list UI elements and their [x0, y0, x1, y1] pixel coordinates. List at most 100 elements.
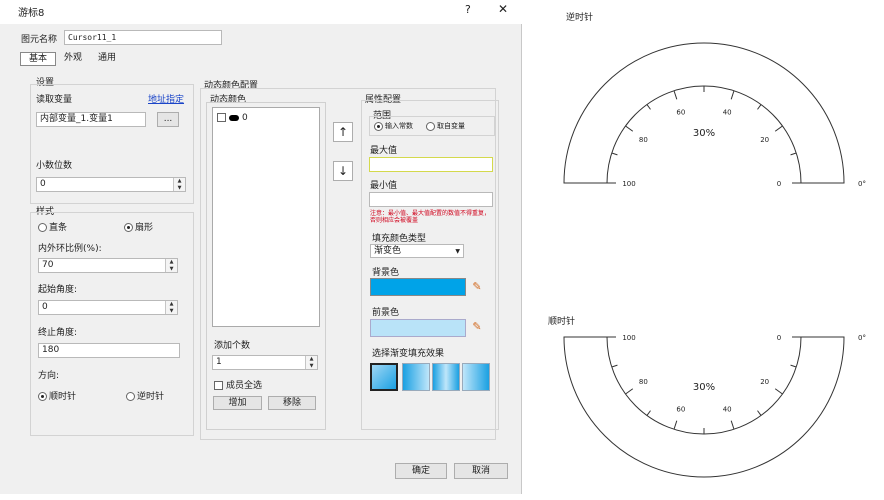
fill-type-value: 渐变色 [374, 246, 402, 256]
gradient-option-4[interactable] [462, 363, 490, 391]
gauge-tick-label: 100 [622, 180, 635, 188]
close-icon[interactable]: ✕ [498, 2, 508, 16]
max-value-label: 最大值 [370, 146, 398, 156]
gauge-tick [790, 364, 797, 368]
cw-gauge: 100 80 60 40 20 0 30% 0° [563, 334, 866, 478]
gauge-value-text: 30% [693, 382, 715, 393]
gauge-tick-label: 0 [777, 180, 781, 188]
gauge-tick-label: 20 [760, 136, 769, 144]
start-angle-label: 起始角度: [38, 285, 78, 295]
range-warning-text: 注意：最小值、最大值配置的数值不得重复，否则相应会被覆盖 [370, 210, 491, 224]
gradient-option-1[interactable] [370, 363, 398, 391]
decimal-places-label: 小数位数 [36, 161, 73, 171]
gauge-tick-label: 40 [723, 405, 732, 413]
gauge-tick [774, 125, 783, 132]
gauge-tick [790, 152, 797, 156]
add-button[interactable]: 增加 [213, 396, 262, 410]
gauge-zero-degree-label: 0° [858, 180, 866, 188]
style-fan-radio[interactable]: 扇形 [124, 220, 153, 233]
background-color-label: 背景色 [372, 268, 400, 278]
remove-button[interactable]: 移除 [268, 396, 316, 410]
direction-ccw-radio[interactable]: 逆时针 [126, 389, 164, 402]
tab-appearance[interactable]: 外观 [58, 52, 88, 66]
ccw-gauge: 100 80 60 40 20 0 30% 0° [563, 42, 866, 188]
eyedropper-icon[interactable]: ✎ [470, 280, 484, 294]
dynamic-color-list[interactable]: 0 [212, 107, 320, 327]
gradient-option-3[interactable] [432, 363, 460, 391]
start-angle-spin-buttons[interactable]: ▲ ▼ [165, 301, 177, 314]
address-link[interactable]: 地址指定 [148, 92, 184, 105]
dialog-titlebar: 游标8 ? ✕ [0, 0, 522, 24]
gauge-canvas: 100 80 60 40 20 0 30% 0° 100 80 60 40 20 0 30% 0° [563, 42, 866, 478]
move-up-button[interactable]: ↑ [333, 122, 353, 142]
tab-basic[interactable]: 基本 [20, 52, 56, 66]
add-count-spin-buttons[interactable]: ▲ ▼ [305, 356, 317, 369]
foreground-color-swatch[interactable] [370, 319, 466, 337]
ok-button[interactable]: 确定 [395, 463, 447, 479]
read-variable-label: 读取变量 [36, 95, 73, 105]
max-value-input[interactable] [369, 157, 493, 172]
ring-ratio-spin-buttons[interactable]: ▲ ▼ [165, 259, 177, 272]
range-variable-radio[interactable]: 取自变量 [426, 121, 465, 131]
gauge-tick [774, 388, 783, 395]
gauge-tick [625, 125, 634, 132]
ring-ratio-stepper[interactable]: 70 ▲ ▼ [38, 258, 178, 273]
ring-ratio-label: 内外环比例(%): [38, 244, 102, 254]
gauge-tick [757, 410, 762, 416]
background-color-swatch[interactable] [370, 278, 466, 296]
gauge-tick-label: 100 [622, 334, 635, 342]
gauge-tick-label: 0 [777, 334, 781, 342]
cancel-button[interactable]: 取消 [454, 463, 508, 479]
gauge-tick-label: 20 [760, 378, 769, 386]
min-value-input[interactable] [369, 192, 493, 207]
list-item[interactable]: 0 [217, 113, 248, 123]
gauge-tick [646, 410, 651, 416]
gauge-tick [646, 104, 651, 110]
add-count-value: 1 [216, 357, 222, 367]
ring-ratio-value: 70 [42, 260, 54, 270]
end-angle-input[interactable]: 180 [38, 343, 180, 358]
range-const-radio[interactable]: 输入常数 [374, 121, 413, 131]
gradient-option-2[interactable] [402, 363, 430, 391]
gauge-tick-label: 40 [723, 109, 732, 117]
gauge-ring [563, 336, 845, 478]
fill-type-select[interactable]: 渐变色 ▼ [370, 244, 464, 258]
decimal-places-value: 0 [40, 179, 46, 189]
start-angle-value: 0 [42, 302, 48, 312]
variable-input[interactable]: 内部变量_1.变量1 [36, 112, 146, 127]
tab-general[interactable]: 通用 [92, 52, 122, 66]
gauge-preview-area: 逆时针 顺时针 100 80 60 40 20 0 30% 0° 100 80 60 40 20 0 30… [526, 0, 884, 500]
move-down-button[interactable]: ↓ [333, 161, 353, 181]
gauge-tick-label: 60 [676, 405, 685, 413]
element-name-input[interactable]: Cursor11_1 [64, 30, 222, 45]
gauge-tick [730, 420, 735, 430]
cursor-settings-dialog: 游标8 ? ✕ 图元名称 Cursor11_1 基本 外观 通用 设置 读取变量… [0, 0, 522, 494]
add-count-stepper[interactable]: 1 ▲ ▼ [212, 355, 318, 370]
help-icon[interactable]: ? [465, 3, 471, 16]
gauge-tick [611, 364, 618, 368]
select-all-checkbox[interactable]: 成员全选 [214, 378, 262, 391]
browse-variable-button[interactable]: ... [157, 112, 179, 127]
chevron-down-icon: ▼ [455, 248, 460, 255]
end-angle-label: 终止角度: [38, 328, 78, 338]
fill-type-label: 填充颜色类型 [372, 234, 427, 244]
gauge-tick [673, 90, 678, 100]
dialog-title: 游标8 [18, 8, 45, 19]
gauge-tick-label: 60 [676, 109, 685, 117]
direction-label: 方向: [38, 371, 60, 381]
gauge-tick [730, 90, 735, 100]
gauge-ring [563, 42, 845, 184]
min-value-label: 最小值 [370, 181, 398, 191]
gauge-zero-degree-label: 0° [858, 334, 866, 342]
gauge-value-text: 30% [693, 128, 715, 139]
color-swatch-icon [229, 114, 239, 121]
eyedropper-icon[interactable]: ✎ [470, 320, 484, 334]
add-count-label: 添加个数 [214, 341, 251, 351]
gauge-tick [625, 388, 634, 395]
direction-cw-radio[interactable]: 顺时针 [38, 389, 76, 402]
decimal-spin-buttons[interactable]: ▲ ▼ [173, 178, 185, 191]
decimal-places-stepper[interactable]: 0 ▲ ▼ [36, 177, 186, 192]
start-angle-stepper[interactable]: 0 ▲ ▼ [38, 300, 178, 315]
style-straight-radio[interactable]: 直条 [38, 220, 67, 233]
gauge-tick [611, 152, 618, 156]
